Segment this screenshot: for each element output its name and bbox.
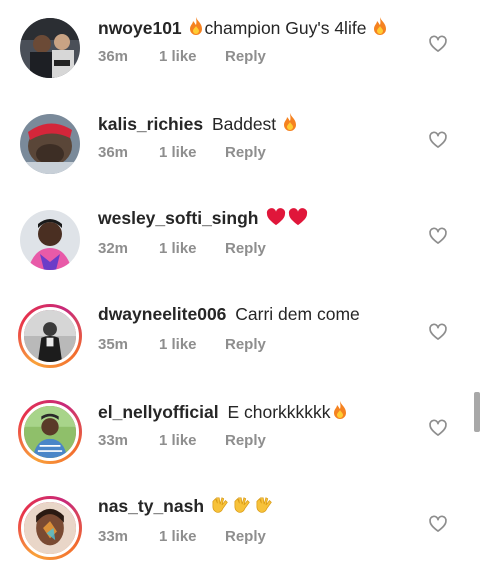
avatar-photo: [20, 18, 80, 78]
comment-text: champion Guy's 4life: [204, 18, 367, 38]
avatar-photo: [21, 499, 79, 557]
comment-line: dwayneelite006 Carri dem come: [98, 304, 360, 325]
heart-outline-icon[interactable]: [428, 322, 448, 342]
comment-item: wesley_softi_singh 32m 1 like Reply: [0, 192, 480, 288]
comment-meta: 35m 1 like Reply: [98, 336, 266, 353]
like-count[interactable]: 1 like: [159, 48, 225, 65]
comment-item: nwoye101 champion Guy's 4life 36m 1 like R…: [0, 0, 480, 96]
raising-hands-icon: [233, 496, 253, 519]
reply-button[interactable]: Reply: [225, 336, 266, 353]
story-ring-avatar[interactable]: [18, 496, 82, 560]
heart-outline-icon[interactable]: [428, 514, 448, 534]
raising-hands-icon: [255, 496, 275, 519]
username-link[interactable]: el_nellyofficial: [98, 402, 219, 422]
avatar-photo: [20, 210, 80, 270]
avatar[interactable]: [20, 18, 80, 78]
comment-meta: 36m 1 like Reply: [98, 48, 266, 65]
heart-outline-icon[interactable]: [428, 226, 448, 246]
avatar-photo: [21, 307, 79, 365]
comment-meta: 33m 1 like Reply: [98, 432, 266, 449]
username-link[interactable]: nwoye101: [98, 18, 182, 38]
comment-item: nas_ty_nash 33m 1 like Reply: [0, 480, 480, 576]
reply-button[interactable]: Reply: [225, 144, 266, 161]
scrollbar-thumb[interactable]: [474, 392, 480, 432]
comment-item: kalis_richies Baddest 36m 1 like Reply: [0, 96, 480, 192]
comment-text: Baddest: [211, 114, 277, 134]
comment-meta: 36m 1 like Reply: [98, 144, 266, 161]
reply-button[interactable]: Reply: [225, 48, 266, 65]
comment-text: Carri dem come: [235, 304, 360, 324]
fire-icon: [372, 16, 388, 41]
avatar-photo: [20, 114, 80, 174]
timestamp: 35m: [98, 336, 129, 353]
timestamp: 36m: [98, 48, 129, 65]
comment-item: el_nellyofficial E chorkkkkkk 33m 1 like R…: [0, 384, 480, 480]
story-ring-avatar[interactable]: [18, 400, 82, 464]
heart-outline-icon[interactable]: [428, 418, 448, 438]
avatar[interactable]: [20, 114, 80, 174]
comment-line: wesley_softi_singh: [98, 208, 309, 231]
heart-outline-icon[interactable]: [428, 130, 448, 150]
avatar-photo: [21, 403, 79, 461]
comment-line: kalis_richies Baddest: [98, 112, 299, 137]
like-count[interactable]: 1 like: [159, 240, 225, 257]
red-heart-icon: [266, 208, 286, 231]
fire-icon: [282, 112, 298, 137]
like-count[interactable]: 1 like: [159, 528, 225, 545]
like-count[interactable]: 1 like: [159, 336, 225, 353]
comment-meta: 33m 1 like Reply: [98, 528, 266, 545]
timestamp: 36m: [98, 144, 129, 161]
like-count[interactable]: 1 like: [159, 432, 225, 449]
timestamp: 33m: [98, 432, 129, 449]
reply-button[interactable]: Reply: [225, 240, 266, 257]
fire-icon: [332, 400, 348, 425]
timestamp: 33m: [98, 528, 129, 545]
story-ring-avatar[interactable]: [18, 304, 82, 368]
comment-text: E chorkkkkkk: [227, 402, 331, 422]
comment-line: el_nellyofficial E chorkkkkkk: [98, 400, 349, 425]
avatar[interactable]: [20, 210, 80, 270]
red-heart-icon: [288, 208, 308, 231]
username-link[interactable]: dwayneelite006: [98, 304, 226, 324]
timestamp: 32m: [98, 240, 129, 257]
reply-button[interactable]: Reply: [225, 432, 266, 449]
comment-meta: 32m 1 like Reply: [98, 240, 266, 257]
username-link[interactable]: nas_ty_nash: [98, 496, 204, 516]
heart-outline-icon[interactable]: [428, 34, 448, 54]
username-link[interactable]: wesley_softi_singh: [98, 208, 258, 228]
comment-line: nas_ty_nash: [98, 496, 276, 519]
fire-icon: [188, 16, 204, 41]
username-link[interactable]: kalis_richies: [98, 114, 203, 134]
raising-hands-icon: [211, 496, 231, 519]
reply-button[interactable]: Reply: [225, 528, 266, 545]
like-count[interactable]: 1 like: [159, 144, 225, 161]
comment-item: dwayneelite006 Carri dem come 35m 1 like R…: [0, 288, 480, 384]
comment-line: nwoye101 champion Guy's 4life: [98, 16, 389, 41]
